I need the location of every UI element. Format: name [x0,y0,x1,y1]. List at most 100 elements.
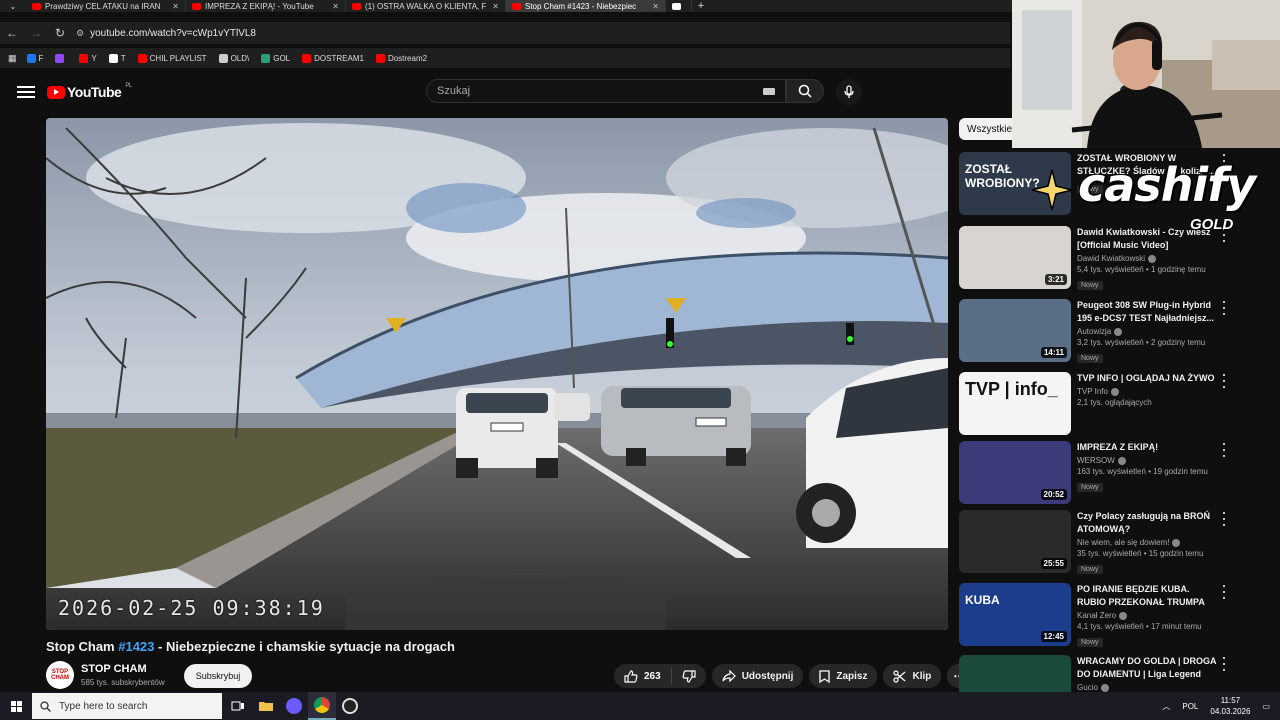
video-title[interactable]: PO IRANIE BĘDZIE KUBA. RUBIO PRZEKONAŁ T… [1077,583,1217,609]
task-view-icon[interactable] [224,692,252,720]
share-button[interactable]: Udostępnij [711,664,804,688]
browser-tab[interactable]: IMPREZA Z EKIPĄ! - YouTube ✕ [186,0,346,12]
dislike-button[interactable] [672,669,706,683]
video-player[interactable]: 2026-02-25 09:38:19 [46,118,948,630]
more-options-icon[interactable] [1221,374,1227,388]
close-tab-icon[interactable]: ✕ [332,2,339,11]
verified-icon [1119,611,1128,620]
reload-icon[interactable]: ↻ [48,26,72,40]
site-info-icon[interactable]: ⚙ [76,28,84,39]
clip-button[interactable]: Klip [883,664,942,688]
video-channel[interactable]: Dawid Kwiatkowski [1077,254,1217,263]
apps-icon[interactable]: ▦ [8,53,17,64]
video-thumbnail[interactable]: KUBA 12:45 [959,583,1071,646]
video-title[interactable]: Peugeot 308 SW Plug-in Hybrid 195 e-DCS7… [1077,299,1217,325]
bookmark-item[interactable]: Dostream2 [375,53,427,63]
tray-overflow-icon[interactable]: ︿ [1162,701,1170,712]
browser-tab[interactable]: Prawdziwy CEL ATAKU na IRAN ✕ [26,0,186,12]
recommended-video[interactable]: TVP | info_ TVP INFO | OGLĄDAJ NA ŻYWO TVP… [959,370,1239,436]
recommended-video[interactable]: 20:52 IMPREZA Z EKIPĄ! WERSOW 163 tys. wyśw… [959,439,1239,505]
browser-tab[interactable]: (1) OSTRA WALKA O KLIENTA, F ✕ [346,0,506,12]
back-icon[interactable]: ← [0,26,24,40]
close-tab-icon[interactable]: ✕ [492,2,499,11]
save-icon [819,669,831,683]
bookmark-item[interactable]: OLD\ [218,53,249,63]
video-channel[interactable]: Gucio [1077,683,1217,692]
menu-icon[interactable] [17,86,35,98]
more-options-icon[interactable] [1221,657,1227,671]
video-title[interactable]: Czy Polacy zasługują na BROŃ ATOMOWĄ? [1077,510,1217,536]
video-channel[interactable]: TVP Info [1077,387,1217,396]
chrome-icon[interactable] [308,692,336,720]
bookmark-item[interactable]: F [26,53,44,63]
bookmark-item[interactable]: T [108,53,126,63]
url-field[interactable]: ⚙ youtube.com/watch?v=cWp1vYTlVL8 [76,28,256,39]
start-button[interactable] [0,692,32,720]
bookmark-label: F [38,53,44,63]
youtube-favicon-icon [672,2,681,10]
bookmark-favicon-icon [26,53,36,63]
youtube-logo[interactable]: YouTube PL [47,83,132,100]
channel-avatar[interactable]: STOP CHAM [46,661,74,689]
voice-search-button[interactable] [836,79,862,105]
video-thumbnail[interactable]: TVP | info_ [959,372,1071,435]
search-input[interactable]: Szukaj [426,79,786,103]
file-explorer-icon[interactable] [252,692,280,720]
language-indicator[interactable]: POL [1182,702,1198,711]
video-title[interactable]: WRACAMY DO GOLDA | DROGA DO DIAMENTU | L… [1077,655,1217,681]
discord-icon[interactable] [280,692,308,720]
more-options-icon[interactable] [1221,585,1227,599]
video-frame [46,118,948,630]
video-thumbnail[interactable]: 14:11 [959,299,1071,362]
obs-icon[interactable] [336,692,364,720]
thumbnail-text: TVP | info_ [965,379,1058,399]
bookmark-item[interactable]: GOL [261,53,290,63]
close-tab-icon[interactable]: ✕ [172,2,179,11]
more-options-icon[interactable] [1221,512,1227,526]
logo-text: YouTube [67,84,122,100]
recommended-video[interactable]: KUBA 12:45 PO IRANIE BĘDZIE KUBA. RUBIO PR… [959,581,1239,647]
video-channel[interactable]: Kanał Zero [1077,611,1217,620]
forward-icon[interactable]: → [24,26,48,40]
video-thumbnail[interactable]: 25:55 [959,510,1071,573]
recommended-video[interactable]: 14:11 Peugeot 308 SW Plug-in Hybrid 195 e… [959,297,1239,363]
bookmarks-bar: ▦ F Y T CHIL PLAYLIST OLD\ GOL DOSTREAM1 Dostre… [0,48,1010,68]
search-button[interactable] [786,79,824,103]
close-tab-icon[interactable]: ✕ [652,2,659,11]
subscribe-button[interactable]: Subskrybuj [184,664,252,688]
new-tab-button[interactable]: + [692,0,710,12]
bookmark-item[interactable] [55,53,67,63]
tab-list-button[interactable]: ⌄ [0,0,26,12]
bookmark-item[interactable]: CHIL PLAYLIST [137,53,207,63]
bookmark-favicon-icon [108,53,118,63]
video-channel[interactable]: Autowizja [1077,327,1217,336]
search-icon [40,700,51,712]
bookmark-item[interactable]: DOSTREAM1 [302,53,364,63]
clock[interactable]: 11:57 04.03.2026 [1210,695,1250,717]
video-thumbnail[interactable]: 20:52 [959,441,1071,504]
video-title-hashtag[interactable]: #1423 [118,639,154,654]
sponsor-logo-sub: GOLD [1190,216,1234,233]
more-options-icon[interactable] [1221,301,1227,315]
browser-tab[interactable]: Stop Cham #1423 - Niebezpiec ✕ [506,0,666,12]
save-button[interactable]: Zapisz [809,664,878,688]
video-meta: Czy Polacy zasługują na BROŃ ATOMOWĄ? Nie… [1077,510,1217,576]
youtube-favicon-icon [32,2,41,10]
like-button[interactable]: 263 [614,668,672,684]
taskbar-search[interactable]: Type here to search [32,693,222,719]
recommended-video[interactable]: 25:55 Czy Polacy zasługują na BROŃ ATOMOW… [959,508,1239,574]
video-channel[interactable]: WERSOW [1077,456,1217,465]
video-channel[interactable]: Nie wiem, ale się dowiem! [1077,538,1217,547]
webcam-overlay [1012,0,1280,148]
notifications-icon[interactable]: ▭ [1262,702,1270,711]
more-options-icon[interactable] [1221,443,1227,457]
browser-tab[interactable]: dı [666,0,692,12]
bookmark-item[interactable]: Y [79,53,97,63]
video-title[interactable]: IMPREZA Z EKIPĄ! [1077,441,1217,454]
filter-chip-all[interactable]: Wszystkie [959,118,1020,140]
verified-icon [1110,387,1119,396]
channel-name[interactable]: STOP CHAM [81,663,165,675]
channel-info: STOP CHAM STOP CHAM 585 tys. subskrybent… [46,661,165,689]
keyboard-icon[interactable] [763,88,775,95]
video-title[interactable]: TVP INFO | OGLĄDAJ NA ŻYWO [1077,372,1217,385]
